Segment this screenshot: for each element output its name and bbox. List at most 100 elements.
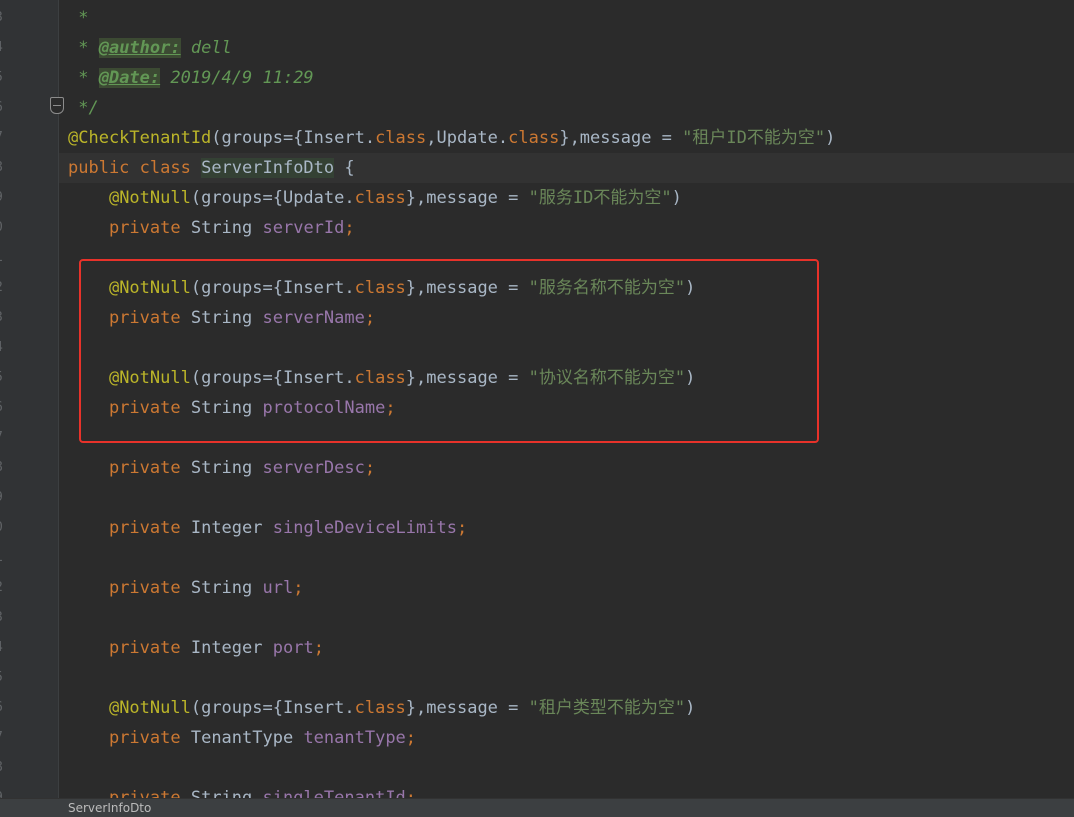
line-number: 4 xyxy=(0,33,7,63)
line-number: 6 xyxy=(0,693,7,723)
code-line[interactable]: private Integer singleDeviceLimits; xyxy=(59,513,1074,543)
comment: dell xyxy=(180,38,232,58)
keyword: private xyxy=(108,788,181,798)
keyword: class xyxy=(354,698,406,718)
line-number: 9 xyxy=(0,783,7,798)
comment: * xyxy=(68,68,99,88)
field-name: port xyxy=(272,638,314,658)
line-number: 0 xyxy=(0,513,7,543)
field-name: serverId xyxy=(262,218,345,238)
type-name: Integer xyxy=(180,638,273,658)
code-line[interactable]: @CheckTenantId(groups={Insert.class,Upda… xyxy=(59,123,1074,153)
code-line[interactable]: private TenantType tenantType; xyxy=(59,723,1074,753)
code-line[interactable]: @NotNull(groups={Update.class},message =… xyxy=(59,183,1074,213)
code-line[interactable]: private String url; xyxy=(59,573,1074,603)
code-text: ) xyxy=(671,188,682,208)
code-text: ) xyxy=(825,128,836,148)
line-number: 7 xyxy=(0,423,7,453)
code-line[interactable]: private String serverDesc; xyxy=(59,453,1074,483)
code-line[interactable]: */ xyxy=(59,93,1074,123)
keyword: class xyxy=(508,128,560,148)
line-number: 4 xyxy=(0,333,7,363)
keyword: class xyxy=(354,188,406,208)
code-line[interactable]: * @Date: 2019/4/9 11:29 xyxy=(59,63,1074,93)
code-text: { xyxy=(334,158,355,178)
semicolon: ; xyxy=(313,638,324,658)
line-number: 5 xyxy=(0,363,7,393)
class-name: ServerInfoDto xyxy=(201,158,335,178)
keyword: private xyxy=(108,578,181,598)
line-number: 3 xyxy=(0,3,7,33)
line-number: 8 xyxy=(0,453,7,483)
line-number: 0 xyxy=(0,213,7,243)
comment: 2019/4/9 11:29 xyxy=(160,68,314,88)
line-number: 5 xyxy=(0,663,7,693)
string-literal: "服务ID不能为空" xyxy=(528,188,672,208)
comment-end: */ xyxy=(68,98,99,118)
keyword: private xyxy=(108,218,181,238)
code-line[interactable]: private String serverId; xyxy=(59,213,1074,243)
code-line[interactable]: private String singleTenantId; xyxy=(59,783,1074,798)
type-name: Integer xyxy=(180,518,273,538)
breadcrumb-item[interactable]: ServerInfoDto xyxy=(68,801,151,815)
field-name: url xyxy=(262,578,294,598)
annotation: @CheckTenantId xyxy=(68,128,212,148)
keyword: public class xyxy=(68,158,191,178)
semicolon: ; xyxy=(405,788,417,798)
keyword: private xyxy=(108,728,181,748)
type-name: String xyxy=(180,788,263,798)
field-name: singleTenantId xyxy=(262,788,406,798)
keyword: class xyxy=(375,128,427,148)
line-number: 6 xyxy=(0,93,7,123)
semicolon: ; xyxy=(456,518,468,538)
line-number: 4 xyxy=(0,633,7,663)
comment: * xyxy=(68,38,99,58)
code-line[interactable]: private Integer port; xyxy=(59,633,1074,663)
code-text: ,Update. xyxy=(426,128,509,148)
line-number: 6 xyxy=(0,393,7,423)
line-number: 3 xyxy=(0,603,7,633)
string-literal: "租户ID不能为空" xyxy=(682,128,826,148)
line-number: 7 xyxy=(0,123,7,153)
type-name: String xyxy=(180,218,263,238)
line-number: 1 xyxy=(0,243,7,273)
code-text: ) xyxy=(685,698,696,718)
semicolon: ; xyxy=(293,578,304,598)
field-name: serverDesc xyxy=(262,458,365,478)
annotation: @NotNull xyxy=(108,698,191,718)
semicolon: ; xyxy=(344,218,355,238)
javadoc-tag: @author: xyxy=(98,38,181,58)
code-text: },message = xyxy=(405,698,529,718)
code-line[interactable]: * xyxy=(59,3,1074,33)
line-number-gutter: 3 4 5 6 7 8 9 0 1 2 3 4 5 6 7 8 9 0 1 2 … xyxy=(0,0,59,798)
string-literal: "租户类型不能为空" xyxy=(528,698,686,718)
line-number: 8 xyxy=(0,153,7,183)
keyword: private xyxy=(108,458,181,478)
line-number: 8 xyxy=(0,753,7,783)
code-text: (groups={Update. xyxy=(190,188,355,208)
semicolon: ; xyxy=(405,728,417,748)
annotation: @NotNull xyxy=(108,188,191,208)
code-text: (groups={Insert. xyxy=(190,698,355,718)
type-name: TenantType xyxy=(180,728,304,748)
field-name: tenantType xyxy=(303,728,406,748)
line-number: 7 xyxy=(0,723,7,753)
line-number: 2 xyxy=(0,273,7,303)
code-line-current[interactable]: public class ServerInfoDto { xyxy=(59,153,1074,183)
line-number: 9 xyxy=(0,183,7,213)
field-name: singleDeviceLimits xyxy=(272,518,457,538)
highlight-box xyxy=(79,259,819,443)
semicolon: ; xyxy=(364,458,376,478)
code-line[interactable]: @NotNull(groups={Insert.class},message =… xyxy=(59,693,1074,723)
code-line[interactable]: * @author: dell xyxy=(59,33,1074,63)
line-number: 5 xyxy=(0,63,7,93)
code-text: },message = xyxy=(405,188,529,208)
